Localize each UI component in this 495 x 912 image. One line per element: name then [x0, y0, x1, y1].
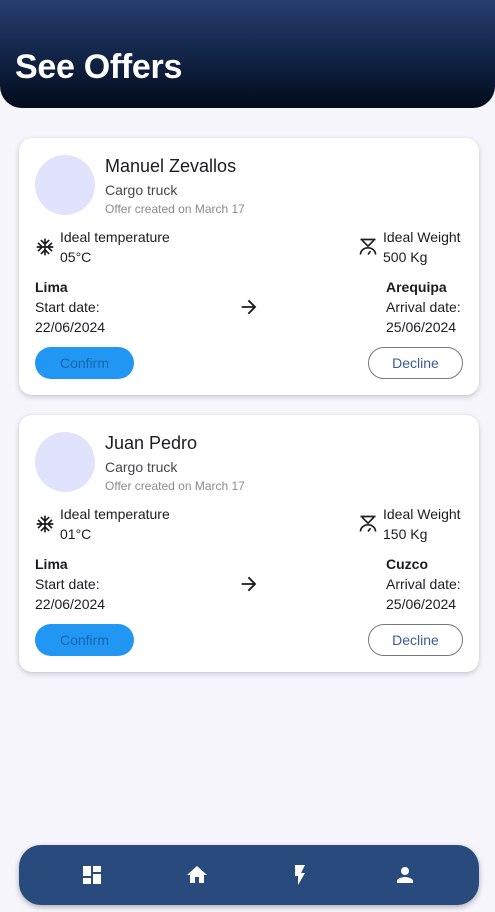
offer-card: Manuel Zevallos Cargo truck Offer create… — [19, 138, 479, 395]
confirm-button[interactable]: Confirm — [35, 624, 134, 656]
nav-profile[interactable] — [393, 863, 417, 887]
bottom-navigation — [19, 845, 479, 905]
vehicle-type: Cargo truck — [105, 459, 178, 475]
temperature-value: 01°C — [60, 526, 92, 542]
start-date-label: Start date: — [35, 299, 100, 315]
temperature-label: Ideal temperature — [60, 506, 170, 522]
weight-label: Ideal Weight — [383, 506, 461, 522]
weight-label: Ideal Weight — [383, 229, 461, 245]
decline-button[interactable]: Decline — [368, 624, 463, 656]
offer-created-date: Offer created on March 17 — [105, 202, 245, 216]
avatar — [35, 155, 95, 215]
driver-name: Manuel Zevallos — [105, 156, 237, 176]
origin-city: Lima — [35, 556, 68, 572]
start-date-value: 22/06/2024 — [35, 319, 106, 335]
nav-flash[interactable] — [288, 863, 312, 887]
arrival-date-value: 25/06/2024 — [386, 596, 457, 612]
arrival-date-label: Arrival date: — [386, 576, 461, 592]
temperature-value: 05°C — [60, 249, 92, 265]
origin-city: Lima — [35, 279, 68, 295]
snowflake-icon — [36, 238, 54, 256]
home-icon — [187, 866, 207, 883]
weight-value: 500 Kg — [383, 249, 428, 265]
arrival-date-value: 25/06/2024 — [386, 319, 457, 335]
destination-city: Arequipa — [386, 279, 447, 295]
vehicle-type: Cargo truck — [105, 182, 178, 198]
start-date-value: 22/06/2024 — [35, 596, 106, 612]
destination-city: Cuzco — [386, 556, 428, 572]
arrow-right-icon — [241, 299, 257, 315]
temperature-label: Ideal temperature — [60, 229, 170, 245]
offer-card: Juan Pedro Cargo truck Offer created on … — [19, 415, 479, 672]
page-title: See Offers — [15, 48, 183, 86]
app-header: See Offers — [0, 0, 495, 108]
nav-dashboard[interactable] — [80, 863, 104, 887]
decline-button[interactable]: Decline — [368, 347, 463, 379]
dashboard-icon — [83, 866, 101, 884]
scale-icon — [359, 238, 377, 255]
weight-value: 150 Kg — [383, 526, 428, 542]
confirm-button[interactable]: Confirm — [35, 347, 134, 379]
arrival-date-label: Arrival date: — [386, 299, 461, 315]
arrow-right-icon — [241, 576, 257, 592]
snowflake-icon — [36, 515, 54, 533]
offer-created-date: Offer created on March 17 — [105, 479, 245, 493]
scale-icon — [359, 515, 377, 532]
nav-home[interactable] — [185, 863, 209, 887]
flash-icon — [295, 865, 305, 885]
driver-name: Juan Pedro — [105, 433, 198, 453]
avatar — [35, 432, 95, 492]
start-date-label: Start date: — [35, 576, 100, 592]
person-icon — [397, 867, 413, 883]
